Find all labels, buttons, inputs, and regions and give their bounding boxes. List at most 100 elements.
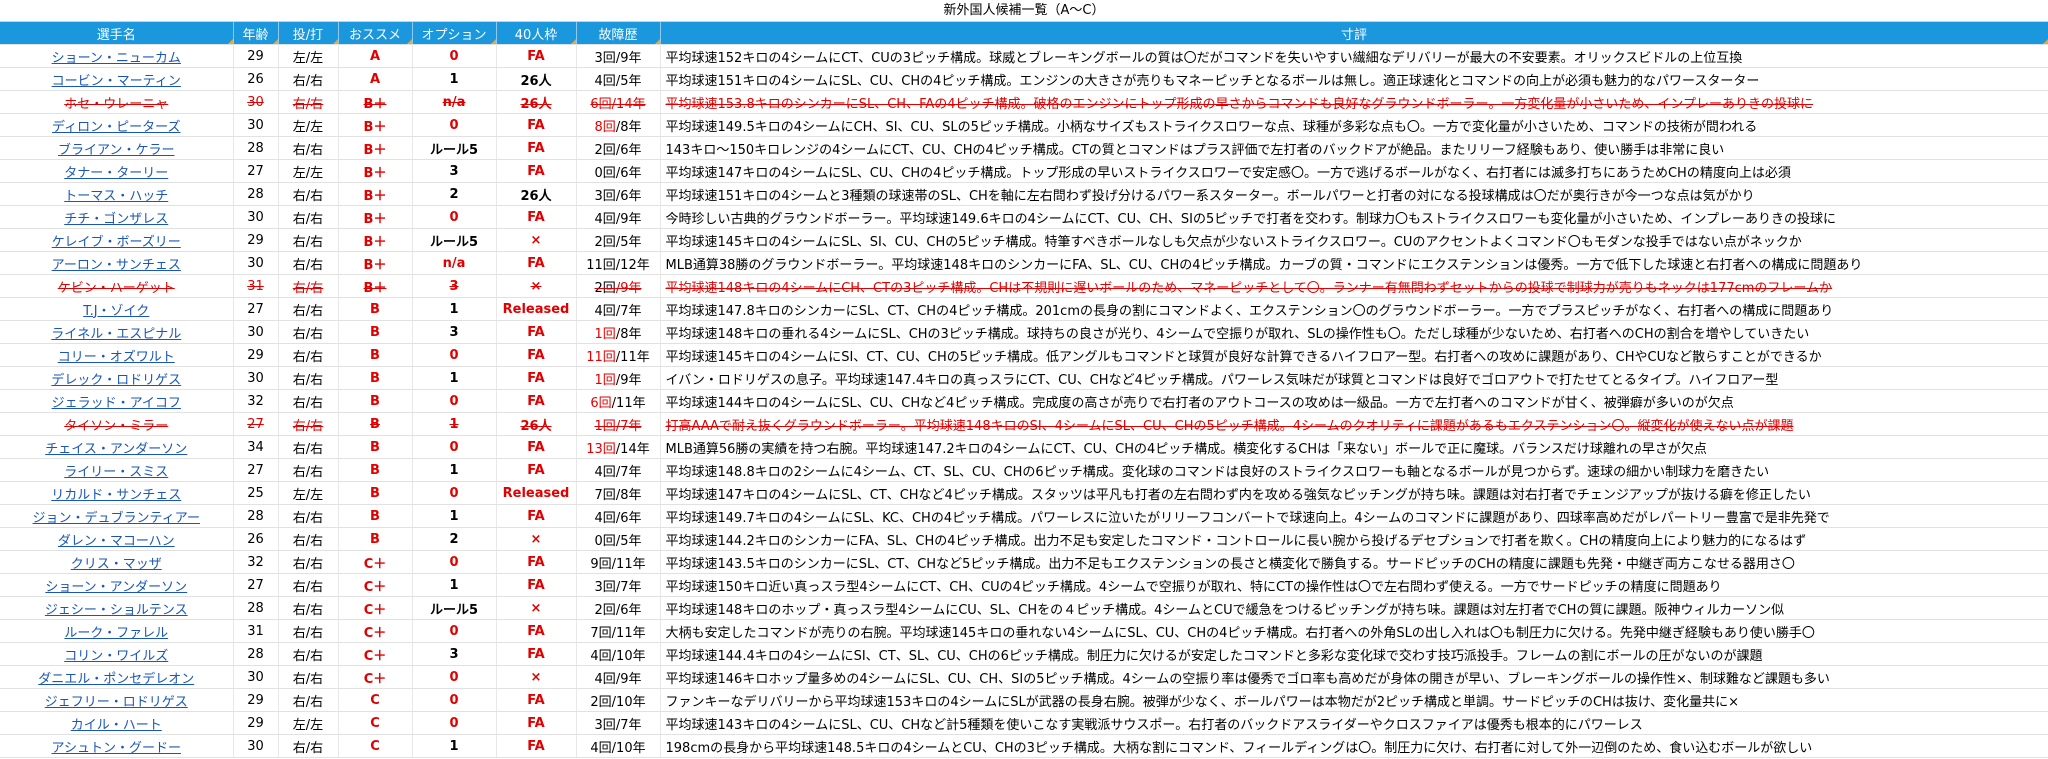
table-row[interactable]: チチ・ゴンザレス 30 右/右 B＋ 0 FA 4回/9年 今時珍しい古典的グラウンドボーラー… [0, 205, 2048, 229]
hand-cell: 左/左 [278, 44, 339, 68]
player-name-link[interactable]: ケビン・ハーゲット [0, 274, 234, 298]
injury-years: /8年 [615, 487, 642, 503]
grade-cell: B [338, 297, 413, 321]
player-name-link[interactable]: ダニエル・ポンセデレオン [0, 665, 234, 689]
hand-cell: 右/右 [278, 458, 339, 482]
roster-slot-cell: × [496, 228, 577, 252]
table-row[interactable]: ブライアン・ケラー 28 右/右 B＋ ルール5 FA 2回/6年 143キロ〜150キロレン… [0, 136, 2048, 160]
table-row[interactable]: アシュトン・グードー 30 右/右 C 1 FA 4回/10年 198cmの長身から平均球速1… [0, 734, 2048, 758]
injury-count: 1回 [594, 372, 616, 388]
hand-cell: 左/左 [278, 711, 339, 735]
player-name-link[interactable]: コリー・オズワルト [0, 343, 234, 367]
header-comment[interactable]: 寸評 [660, 22, 2048, 45]
player-name-link[interactable]: アーロン・サンチェス [0, 251, 234, 275]
table-row[interactable]: ディロン・ピーターズ 30 左/左 B＋ 0 FA 8回/8年 平均球速149.5キロの4シー… [0, 113, 2048, 137]
hand-cell: 右/右 [278, 320, 339, 344]
table-row[interactable]: コリー・オズワルト 29 右/右 B 0 FA 11回/11年 平均球速145キロの4シームに… [0, 343, 2048, 367]
grade-cell: B [338, 412, 413, 436]
grade-cell: B [338, 527, 413, 551]
table-row[interactable]: ジェシー・ショルテンス 28 右/右 C＋ ルール5 × 2回/6年 平均球速148キロのホッ… [0, 596, 2048, 620]
player-name-link[interactable]: ジェラッド・アイコフ [0, 389, 234, 413]
table-row[interactable]: コリン・ワイルズ 28 右/右 C＋ 3 FA 4回/10年 平均球速144.4キロの4シーム… [0, 642, 2048, 666]
header-grade[interactable]: おススメ [338, 22, 413, 45]
table-row[interactable]: ジョン・デュブランティアー 28 右/右 B 1 FA 4回/6年 平均球速149.7キロの4… [0, 504, 2048, 528]
table-row[interactable]: ライリー・スミス 27 右/右 B 1 FA 4回/7年 平均球速148.8キロの2シームに4… [0, 458, 2048, 482]
player-name-link[interactable]: トーマス・ハッチ [0, 182, 234, 206]
header-option[interactable]: オプション [412, 22, 497, 45]
table-row[interactable]: リカルド・サンチェス 25 左/左 B 0 Released 7回/8年 平均球速147キロの… [0, 481, 2048, 505]
table-row[interactable]: ルーク・ファレル 31 右/右 C＋ 0 FA 7回/11年 大柄も安定したコマンドが売りの右… [0, 619, 2048, 643]
player-name-link[interactable]: ケレイブ・ボーズリー [0, 228, 234, 252]
header-name[interactable]: 選手名 [0, 22, 234, 45]
table-row[interactable]: ショーン・ニューカム 29 左/左 A 0 FA 3回/9年 平均球速152キロの4シームにC… [0, 44, 2048, 68]
player-name-link[interactable]: チチ・ゴンザレス [0, 205, 234, 229]
age-cell: 31 [233, 619, 279, 643]
player-name-link[interactable]: ダレン・マコーハン [0, 527, 234, 551]
player-name-link[interactable]: T.J・ゾイク [0, 297, 234, 321]
table-row[interactable]: ホセ・ウレーニャ 30 右/右 B＋ n/a 26人 6回/14年 平均球速153.8キロのシ… [0, 90, 2048, 114]
player-name-link[interactable]: ライネル・エスピナル [0, 320, 234, 344]
player-name-link[interactable]: コービン・マーティン [0, 67, 234, 91]
injury-count: 3回 [594, 717, 616, 733]
header-hand[interactable]: 投/打 [278, 22, 339, 45]
player-name-link[interactable]: ジョン・デュブランティアー [0, 504, 234, 528]
player-name-link[interactable]: クリス・マッザ [0, 550, 234, 574]
age-cell: 25 [233, 481, 279, 505]
table-row[interactable]: タイソン・ミラー 27 右/右 B 1 26人 1回/7年 打高AAAで耐え抜くグラウンドボー… [0, 412, 2048, 436]
comment-cell: 198cmの長身から平均球速148.5キロの4シームとCU、CHの3ピッチ構成。… [660, 734, 2048, 758]
table-row[interactable]: ケビン・ハーゲット 31 右/右 B＋ 3 × 2回/9年 平均球速148キロの4シームにCH… [0, 274, 2048, 298]
player-name-link[interactable]: ジェシー・ショルテンス [0, 596, 234, 620]
injury-count: 13回 [586, 441, 616, 457]
hand-cell: 右/右 [278, 182, 339, 206]
roster-slot-cell: FA [496, 734, 577, 758]
header-slot[interactable]: 40人枠 [496, 22, 577, 45]
table-row[interactable]: チェイス・アンダーソン 34 右/右 B 0 FA 13回/14年 MLB通算56勝の実績を持… [0, 435, 2048, 459]
player-name-link[interactable]: ジェフリー・ロドリゲス [0, 688, 234, 712]
player-name-link[interactable]: ブライアン・ケラー [0, 136, 234, 160]
table-row[interactable]: アーロン・サンチェス 30 右/右 B＋ n/a FA 11回/12年 MLB通算38勝のグラ… [0, 251, 2048, 275]
option-cell: 0 [412, 435, 497, 459]
player-name-link[interactable]: ライリー・スミス [0, 458, 234, 482]
age-cell: 28 [233, 642, 279, 666]
player-name-link[interactable]: ショーン・アンダーソン [0, 573, 234, 597]
player-name-link[interactable]: アシュトン・グードー [0, 734, 234, 758]
player-name-link[interactable]: チェイス・アンダーソン [0, 435, 234, 459]
injury-years: /7年 [615, 579, 642, 595]
table-row[interactable]: ライネル・エスピナル 30 右/右 B 3 FA 1回/8年 平均球速148キロの垂れる4シー… [0, 320, 2048, 344]
header-age[interactable]: 年齢 [233, 22, 279, 45]
table-row[interactable]: ショーン・アンダーソン 27 右/右 C＋ 1 FA 3回/7年 平均球速150キロ近い真っス… [0, 573, 2048, 597]
hand-cell: 右/右 [278, 366, 339, 390]
table-row[interactable]: デレック・ロドリゲス 30 右/右 B 1 FA 1回/9年 イバン・ロドリゲスの息子。平均球… [0, 366, 2048, 390]
table-row[interactable]: カイル・ハート 29 左/左 C 0 FA 3回/7年 平均球速143キロの4シームにSL、C… [0, 711, 2048, 735]
table-row[interactable]: コービン・マーティン 26 右/右 A 1 26人 4回/5年 平均球速151キロの4シームに… [0, 67, 2048, 91]
hand-cell: 右/右 [278, 136, 339, 160]
player-name-link[interactable]: デレック・ロドリゲス [0, 366, 234, 390]
table-row[interactable]: ジェフリー・ロドリゲス 29 右/右 C 0 FA 2回/10年 ファンキーなデリバリーから平… [0, 688, 2048, 712]
header-injury[interactable]: 故障歴 [576, 22, 661, 45]
player-name-link[interactable]: ルーク・ファレル [0, 619, 234, 643]
player-name-link[interactable]: リカルド・サンチェス [0, 481, 234, 505]
player-name-link[interactable]: コリン・ワイルズ [0, 642, 234, 666]
roster-slot-cell: × [496, 274, 577, 298]
hand-cell: 右/右 [278, 734, 339, 758]
player-name-link[interactable]: ディロン・ピーターズ [0, 113, 234, 137]
player-name-link[interactable]: カイル・ハート [0, 711, 234, 735]
table-row[interactable]: ダニエル・ポンセデレオン 30 右/右 C＋ 0 × 4回/9年 平均球速146キロホップ量多… [0, 665, 2048, 689]
age-cell: 26 [233, 527, 279, 551]
comment-cell: 平均球速148.8キロの2シームに4シーム、CT、SL、CU、CHの6ピッチ構成… [660, 458, 2048, 482]
table-row[interactable]: ジェラッド・アイコフ 32 右/右 B 0 FA 6回/11年 平均球速144キロの4シームに… [0, 389, 2048, 413]
player-name-link[interactable]: タイソン・ミラー [0, 412, 234, 436]
table-row[interactable]: ケレイブ・ボーズリー 29 右/右 B＋ ルール5 × 2回/5年 平均球速145キロの4シー… [0, 228, 2048, 252]
table-row[interactable]: ダレン・マコーハン 26 右/右 B 2 × 0回/5年 平均球速144.2キロのシンカーにF… [0, 527, 2048, 551]
player-name-link[interactable]: ホセ・ウレーニャ [0, 90, 234, 114]
injury-cell: 4回/5年 [576, 67, 661, 91]
option-cell: 3 [412, 320, 497, 344]
roster-slot-cell: FA [496, 642, 577, 666]
player-name-link[interactable]: ショーン・ニューカム [0, 44, 234, 68]
table-row[interactable]: トーマス・ハッチ 28 右/右 B＋ 2 26人 3回/6年 平均球速151キロの4シームと3… [0, 182, 2048, 206]
table-row[interactable]: クリス・マッザ 32 右/右 C＋ 0 FA 9回/11年 平均球速143.5キロのシンカーに… [0, 550, 2048, 574]
table-row[interactable]: タナー・ターリー 27 左/左 B＋ 3 FA 0回/6年 平均球速147キロの4シームにSL… [0, 159, 2048, 183]
player-name-link[interactable]: タナー・ターリー [0, 159, 234, 183]
injury-cell: 1回/8年 [576, 320, 661, 344]
table-row[interactable]: T.J・ゾイク 27 右/右 B 1 Released 4回/7年 平均球速147.8キロのシ… [0, 297, 2048, 321]
